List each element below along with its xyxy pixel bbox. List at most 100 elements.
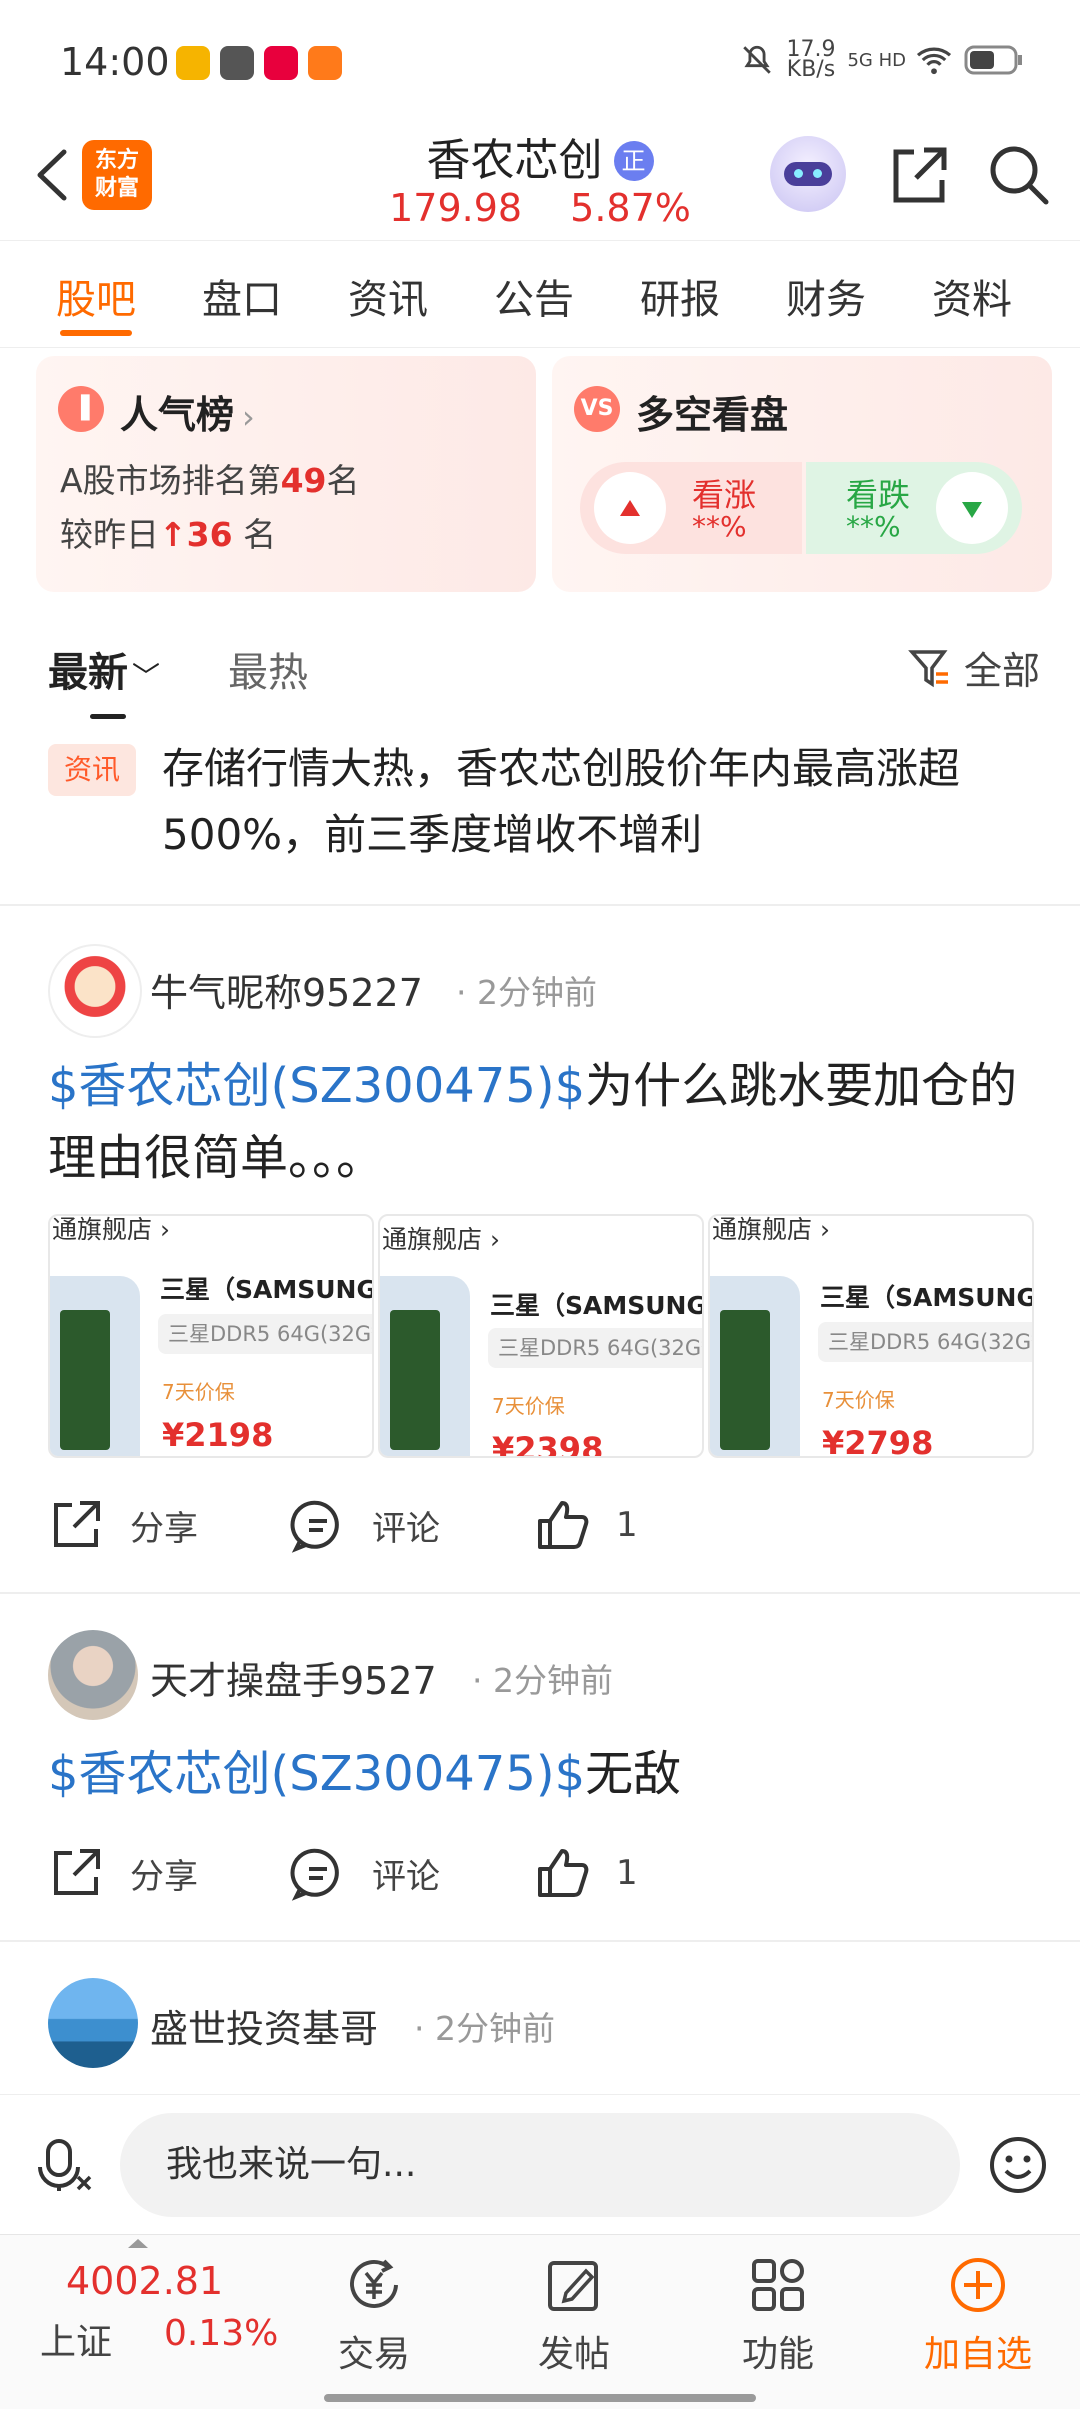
net-speed-unit: KB/s [786, 57, 836, 82]
share-button[interactable]: 分享 [48, 1490, 198, 1560]
index-name: 上证 [40, 2322, 113, 2363]
post-time: · 2分钟前 [456, 973, 597, 1012]
vote-bar: 看涨 **% 看跌 **% [580, 462, 1022, 554]
post-time: · 2分钟前 [414, 2009, 555, 2048]
wifi-icon [916, 47, 952, 75]
avatar[interactable] [48, 1630, 138, 1720]
chevron-down-icon: ﹀ [132, 660, 161, 693]
like-button[interactable]: 1 [534, 1838, 638, 1908]
tab-finance[interactable]: 财务 [786, 267, 866, 325]
tab-research[interactable]: 研报 [640, 267, 720, 325]
stock-link[interactable]: $香农芯创(SZ300475)$ [48, 1746, 585, 1802]
index-value[interactable]: 4002.81 [66, 2259, 223, 2303]
ram-image [720, 1310, 770, 1450]
post-username[interactable]: 盛世投资基哥 [150, 1998, 378, 2053]
avatar[interactable] [48, 1978, 138, 2068]
post-image[interactable]: 通旗舰店 › 三星（SAMSUNG） 三星DDR5 64G(32G* 7天价保 … [378, 1214, 704, 1458]
search-button[interactable] [984, 140, 1054, 210]
vote-down-button[interactable]: 看跌 **% [806, 462, 1022, 554]
home-indicator[interactable] [324, 2394, 756, 2402]
tab-news[interactable]: 资讯 [348, 267, 428, 325]
vote-up-button[interactable]: 看涨 **% [580, 462, 802, 554]
app-icon [220, 46, 254, 80]
share-icon [893, 147, 947, 203]
post-actions: 分享 评论 1 [48, 1490, 1048, 1560]
vote-down-pct: **% [846, 510, 901, 543]
news-headline[interactable]: 存储行情大热，香农芯创股价年内最高涨超500%，前三季度增收不增利 [162, 736, 1042, 868]
like-button[interactable]: 1 [534, 1490, 638, 1560]
sort-indicator [90, 714, 126, 719]
post-image[interactable]: 通旗舰店 › 三星（SAMSUNG） 三星DDR5 64G(32G* 7天价保 … [708, 1214, 1034, 1458]
tab-pankou[interactable]: 盘口 [202, 267, 282, 325]
arrow-up-icon: ↑ [159, 515, 187, 554]
popularity-change: 较昨日↑36 名 [60, 515, 277, 554]
stock-tag-badge: 正 [613, 141, 654, 181]
post-text[interactable]: $香农芯创(SZ300475)$无敌 [48, 1738, 1028, 1810]
stock-name: 香农芯创 [426, 135, 603, 186]
microphone-icon [38, 2139, 92, 2191]
comment-button[interactable]: 评论 [290, 1490, 440, 1560]
nav-trade[interactable]: 交易 [304, 2245, 444, 2377]
nav-add-watchlist[interactable]: 加自选 [908, 2245, 1048, 2377]
net-type: 5G HD [847, 49, 906, 71]
filter-icon [908, 649, 948, 687]
filter-button[interactable]: 全部 [908, 640, 1040, 695]
news-badge: 资讯 [48, 744, 136, 796]
comment-input[interactable]: 我也来说一句... [120, 2113, 960, 2217]
nav-post[interactable]: 发帖 [504, 2245, 644, 2377]
weibo-icon [176, 46, 210, 80]
mute-icon [743, 45, 772, 74]
bar-chart-icon: ▐ [58, 386, 104, 432]
battery-icon [964, 45, 1022, 75]
vs-icon: VS [574, 386, 620, 432]
index-pct: 0.13% [164, 2313, 279, 2354]
edit-icon [548, 2261, 598, 2311]
stock-change-pct: 5.87% [570, 186, 691, 230]
xiaohongshu-icon [264, 46, 298, 80]
divider [0, 1592, 1080, 1594]
yuan-exchange-icon [350, 2259, 398, 2308]
status-bar: 14:00 17.9 KB/s 5G HD [0, 0, 1080, 120]
post-text[interactable]: $香农芯创(SZ300475)$为什么跳水要加仓的理由很简单。。。 [48, 1050, 1028, 1194]
vote-up-pct: **% [692, 510, 747, 543]
post-image[interactable]: 通旗舰店 › 三星（SAMSUNG） 三星DDR5 64G(32G* 7天价保 … [48, 1214, 374, 1458]
post-username[interactable]: 天才操盘手9527 [150, 1650, 437, 1705]
search-icon [990, 146, 1049, 205]
divider [0, 1940, 1080, 1942]
emoji-button[interactable] [986, 2133, 1050, 2197]
popularity-card[interactable]: ▐ 人气榜 › A股市场排名第49名 较昨日↑36 名 [36, 356, 536, 592]
long-short-title: 多空看盘 [636, 393, 789, 437]
triangle-down-icon [962, 502, 982, 518]
voice-input-button[interactable] [34, 2133, 98, 2197]
share-icon [54, 1849, 100, 1895]
popularity-title: 人气榜 › [120, 393, 255, 437]
stock-link[interactable]: $香农芯创(SZ300475)$ [48, 1058, 585, 1114]
sort-hot[interactable]: 最热 [228, 640, 308, 698]
share-icon [54, 1501, 100, 1547]
comment-button[interactable]: 评论 [290, 1838, 440, 1908]
share-button[interactable]: 分享 [48, 1838, 198, 1908]
post-actions: 分享 评论 1 [48, 1838, 1048, 1908]
bottom-nav: 4002.81 上证 0.13% 交易 发帖 功能 加自选 [0, 2234, 1080, 2409]
nav-functions[interactable]: 功能 [708, 2245, 848, 2377]
stock-tabs: 股吧 盘口 资讯 公告 研报 财务 资料 [0, 240, 1080, 348]
plus-circle-icon [951, 2258, 1005, 2312]
post-username[interactable]: 牛气昵称95227 [150, 962, 423, 1017]
tab-announcements[interactable]: 公告 [494, 267, 574, 325]
thumbs-up-icon [538, 1849, 589, 1897]
tab-profile[interactable]: 资料 [932, 267, 1012, 325]
sort-newest[interactable]: 最新 ﹀ [48, 640, 160, 698]
tab-guba[interactable]: 股吧 [56, 267, 136, 325]
ai-assistant-icon[interactable] [770, 136, 846, 212]
comment-icon [290, 1500, 339, 1553]
caret-up-icon [128, 2239, 148, 2248]
stock-price: 179.98 [389, 186, 523, 230]
avatar[interactable] [48, 944, 142, 1038]
comment-icon [290, 1848, 339, 1901]
status-right: 17.9 KB/s 5G HD [740, 39, 1024, 82]
comment-bar: 我也来说一句... [0, 2094, 1080, 2235]
grid-icon [752, 2259, 804, 2311]
share-button[interactable] [884, 140, 954, 210]
ram-image [390, 1310, 440, 1450]
long-short-card: VS 多空看盘 看涨 **% 看跌 **% [552, 356, 1052, 592]
